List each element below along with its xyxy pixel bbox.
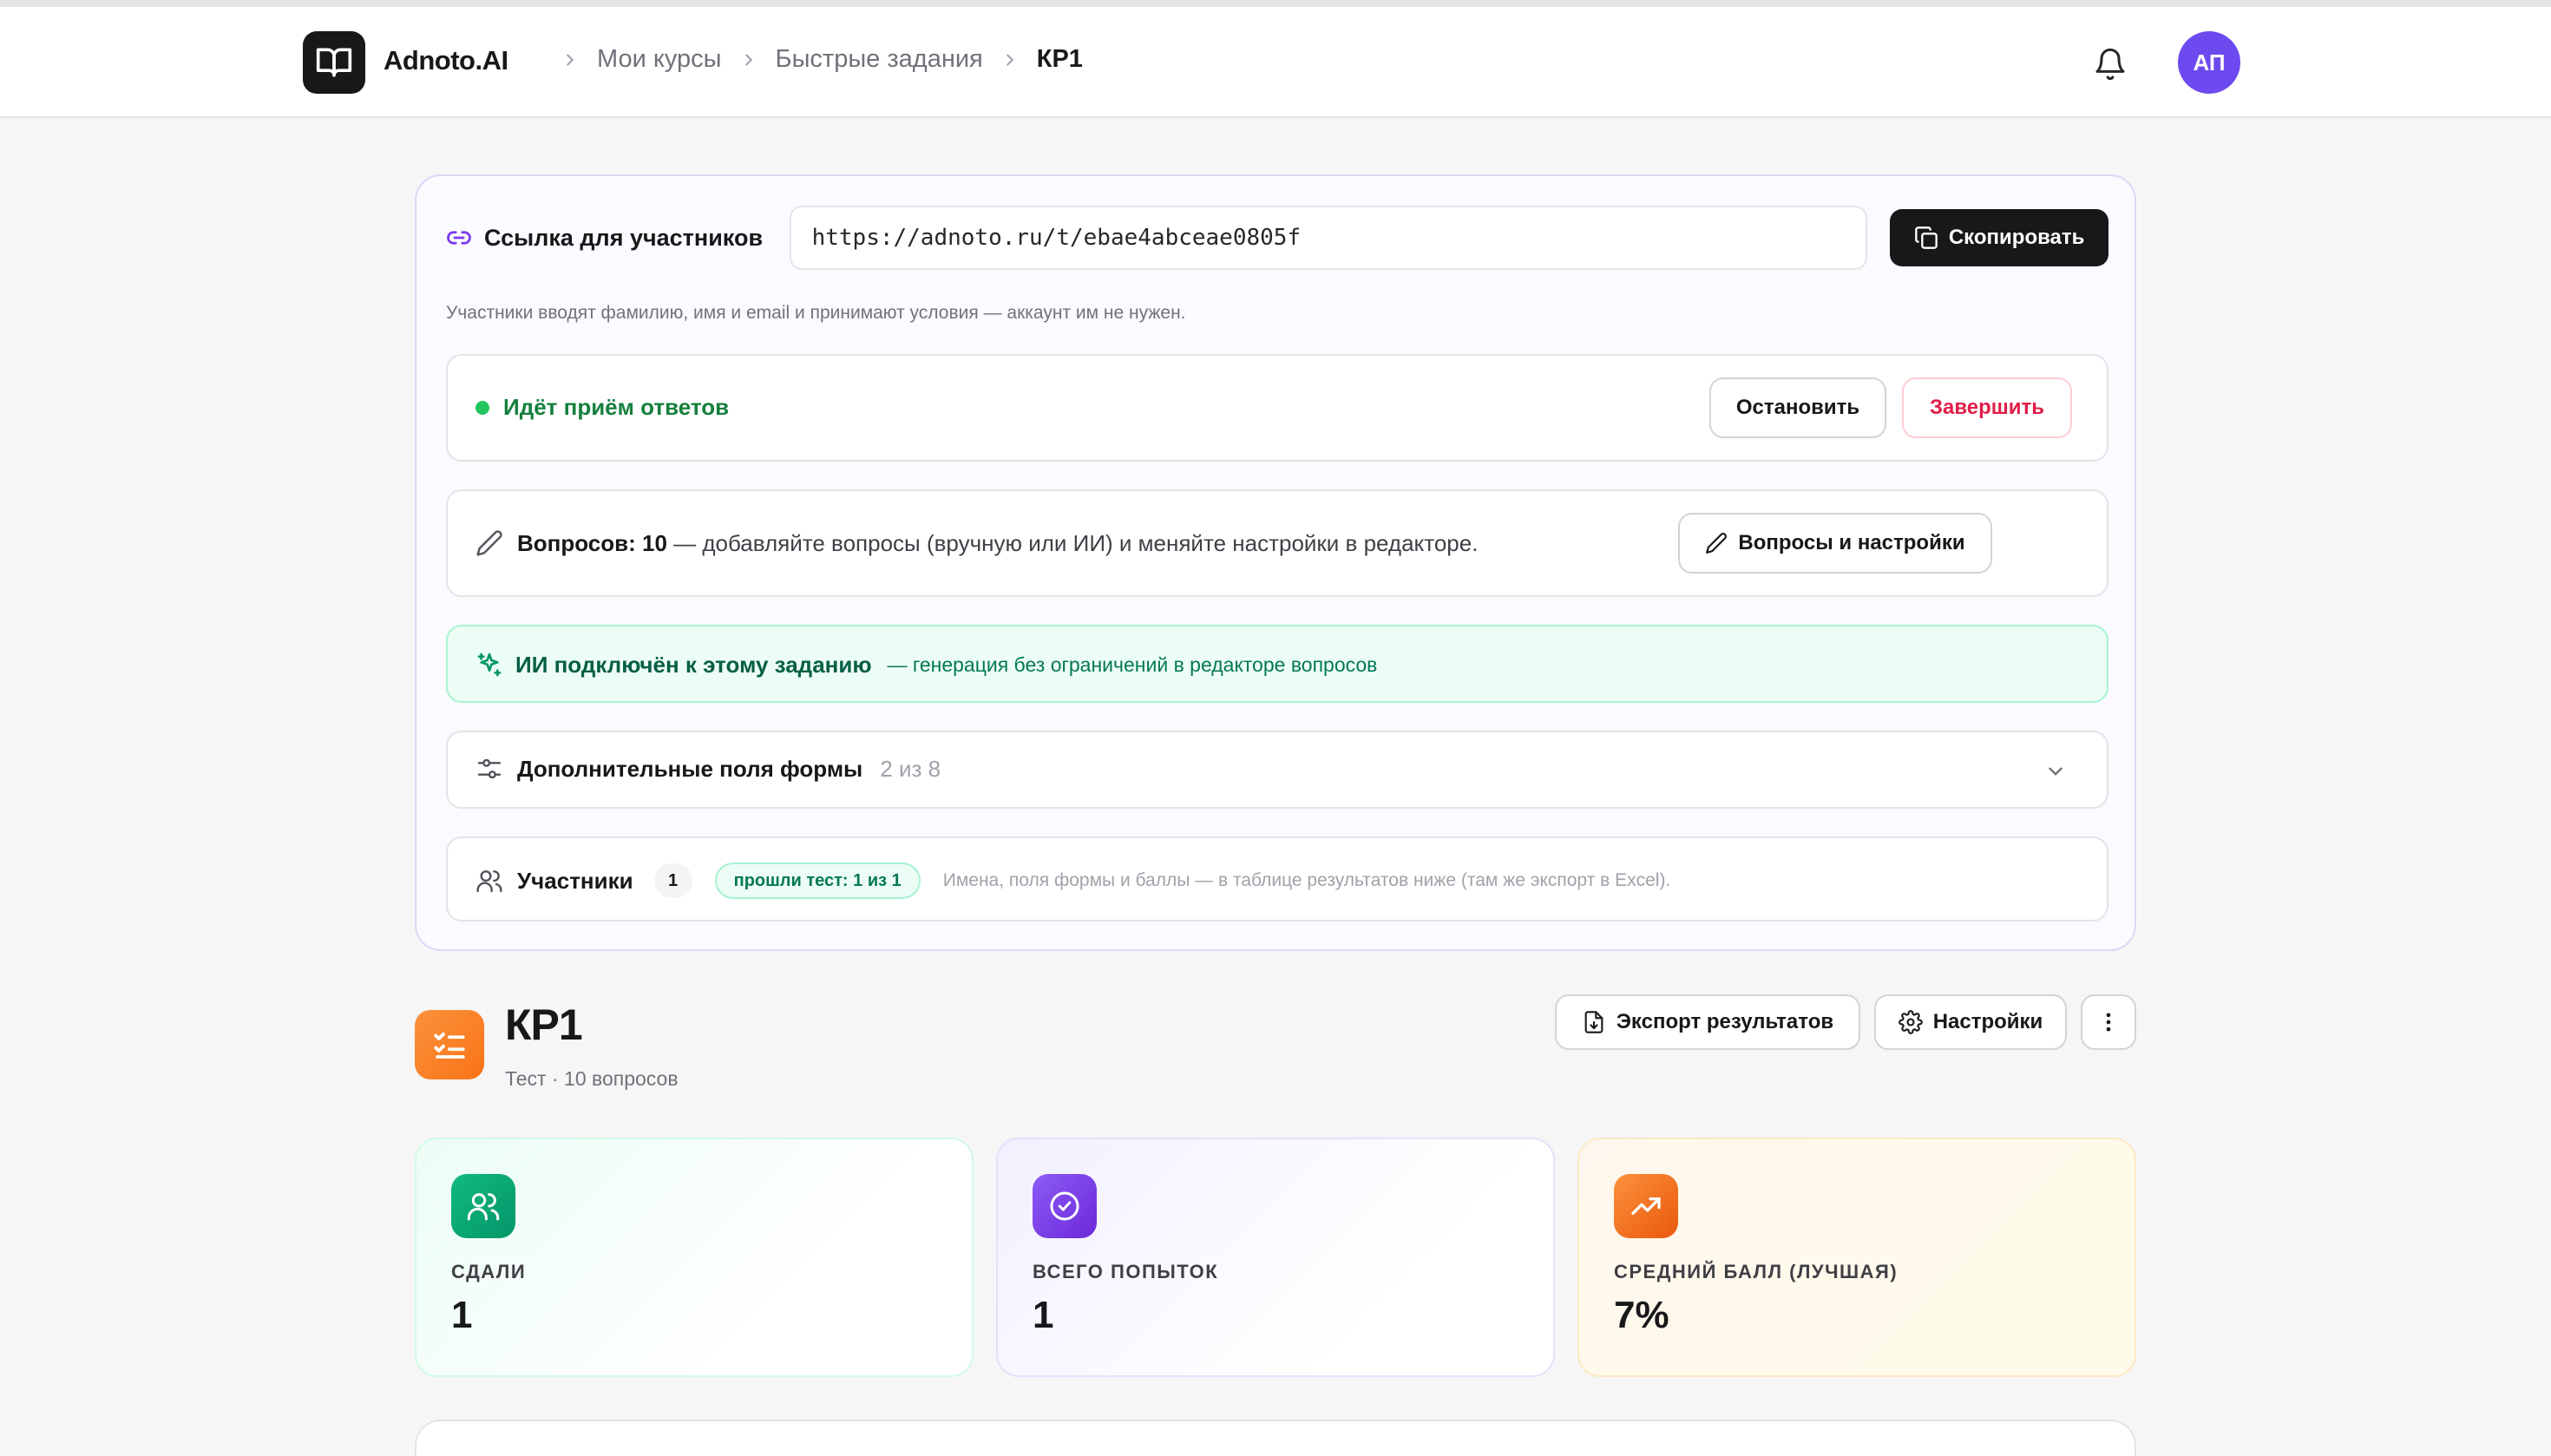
export-results-button[interactable]: Экспорт результатов [1555, 994, 1860, 1050]
stat-value: 1 [1033, 1294, 1054, 1336]
gear-icon [1898, 1010, 1923, 1034]
copy-icon [1915, 226, 1938, 249]
questions-count: Вопросов: 10 [517, 529, 667, 556]
stat-label: СРЕДНИЙ БАЛЛ (ЛУЧШАЯ) [1614, 1261, 1898, 1282]
more-vertical-icon [2106, 1013, 2111, 1032]
stat-label: СДАЛИ [451, 1261, 527, 1282]
participants-note: Имена, поля формы и баллы — в таблице ре… [942, 870, 1671, 890]
breadcrumb-quick-tasks[interactable]: Быстрые задания [776, 45, 983, 74]
passed-badge: прошли тест: 1 из 1 [714, 862, 921, 899]
breadcrumb-my-courses[interactable]: Мои курсы [597, 45, 722, 74]
finish-button[interactable]: Завершить [1902, 377, 2072, 438]
stat-value: 7% [1614, 1294, 1669, 1336]
ai-note: — генерация без ограничений в редакторе … [887, 653, 1378, 676]
copy-link-button[interactable]: Скопировать [1890, 209, 2108, 266]
status-text: Идёт приём ответов [503, 394, 730, 420]
participants-title: Участники [517, 867, 633, 894]
sparkles-icon [477, 653, 502, 677]
notifications-bell-icon[interactable] [2093, 47, 2128, 86]
chevron-right-icon [561, 50, 580, 69]
sliders-icon [477, 758, 502, 779]
avatar[interactable]: АП [2178, 31, 2240, 94]
share-url-field[interactable]: https://adnoto.ru/t/ebae4abceae0805f [789, 206, 1868, 270]
extra-fields-title: Дополнительные поля формы [517, 755, 863, 782]
share-link-label: Ссылка для участников [446, 225, 790, 252]
share-link-row: Ссылка для участников https://adnoto.ru/… [446, 206, 2108, 270]
trending-up-icon [1614, 1174, 1678, 1238]
share-panel: Ссылка для участников https://adnoto.ru/… [415, 174, 2136, 951]
ai-title: ИИ подключён к этому заданию [515, 651, 872, 678]
extra-fields-count: 2 из 8 [880, 755, 941, 782]
test-subtitle: Тест · 10 вопросов [505, 1067, 679, 1090]
status-indicator: Идёт приём ответов [475, 394, 729, 421]
stat-card-average: СРЕДНИЙ БАЛЛ (ЛУЧШАЯ) 7% [1577, 1138, 2136, 1377]
test-title: КР1 [505, 1000, 583, 1049]
users-icon [476, 870, 502, 893]
status-dot [475, 400, 489, 415]
users-icon [451, 1174, 515, 1238]
file-download-icon [1584, 1011, 1603, 1033]
stat-value: 1 [451, 1294, 473, 1336]
link-icon [447, 231, 471, 245]
pencil-icon [1706, 532, 1728, 554]
pencil-icon [476, 530, 502, 556]
chevron-down-icon[interactable] [2044, 760, 2067, 787]
breadcrumb: Мои курсы Быстрые задания КР1 [543, 45, 1083, 74]
extra-fields-toggle[interactable]: Дополнительные поля формы 2 из 8 [446, 731, 2108, 809]
more-menu-button[interactable] [2081, 994, 2136, 1050]
share-hint: Участники вводят фамилию, имя и email и … [446, 303, 1186, 323]
participants-count-badge: 1 [653, 863, 692, 898]
stat-card-passed: СДАЛИ 1 [415, 1138, 974, 1377]
brand-name[interactable]: Adnoto.AI [384, 45, 508, 76]
app-header: Adnoto.AI Мои курсы Быстрые задания КР1 … [0, 7, 2551, 118]
top-border [0, 0, 2551, 7]
stat-label: ВСЕГО ПОПЫТОК [1033, 1261, 1219, 1282]
status-card: Идёт приём ответов Остановить Завершить [446, 354, 2108, 462]
check-circle-icon [1033, 1174, 1097, 1238]
book-icon [316, 48, 352, 77]
chevron-right-icon [739, 50, 758, 69]
stop-button[interactable]: Остановить [1709, 377, 1886, 438]
ai-banner: ИИ подключён к этому заданию — генерация… [446, 625, 2108, 703]
breadcrumb-current: КР1 [1036, 45, 1083, 73]
checklist-icon [434, 1032, 465, 1059]
questions-settings-button[interactable]: Вопросы и настройки [1678, 513, 1992, 574]
questions-info: Вопросов: 10 — добавляйте вопросы (вручн… [475, 529, 1478, 557]
results-table-card [415, 1420, 2136, 1456]
logo[interactable] [303, 31, 365, 94]
settings-button[interactable]: Настройки [1874, 994, 2067, 1050]
stat-card-attempts: ВСЕГО ПОПЫТОК 1 [996, 1138, 1555, 1377]
participants-card: Участники 1 прошли тест: 1 из 1 Имена, п… [446, 836, 2108, 921]
questions-card: Вопросов: 10 — добавляйте вопросы (вручн… [446, 489, 2108, 597]
chevron-right-icon [1000, 50, 1020, 69]
questions-description: — добавляйте вопросы (вручную или ИИ) и … [673, 529, 1479, 556]
test-icon [415, 1010, 484, 1079]
